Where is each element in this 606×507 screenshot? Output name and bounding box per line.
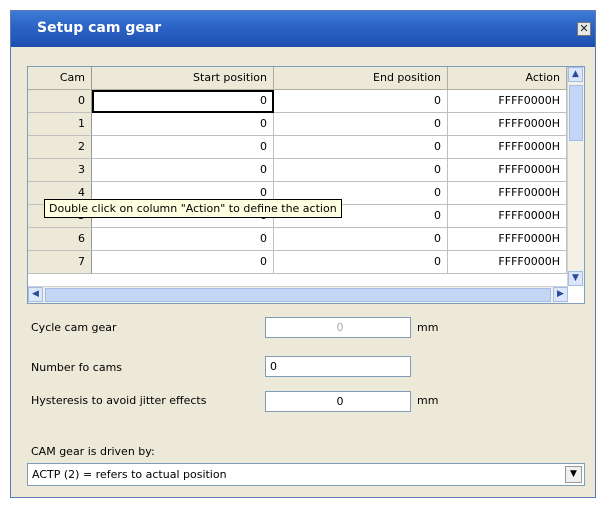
action-cell[interactable]: FFFF0000H xyxy=(448,136,567,159)
action-cell[interactable]: FFFF0000H xyxy=(448,90,567,113)
action-cell[interactable]: FFFF0000H xyxy=(448,251,567,274)
start-position-cell[interactable]: 0 xyxy=(92,159,274,182)
table-row[interactable]: 1 0 0 FFFF0000H xyxy=(28,113,567,136)
title-bar[interactable]: Setup cam gear ✕ xyxy=(11,11,595,47)
end-position-cell[interactable]: 0 xyxy=(274,228,448,251)
dropdown-arrow-icon[interactable]: ▼ xyxy=(565,466,582,483)
start-position-cell[interactable]: 0 xyxy=(92,251,274,274)
cycle-cam-gear-field: 0 xyxy=(265,317,411,338)
cam-number-cell: 1 xyxy=(28,113,92,136)
end-position-cell[interactable]: 0 xyxy=(274,159,448,182)
selected-drive-source: ACTP (2) = refers to actual position xyxy=(32,468,227,481)
dialog-title: Setup cam gear xyxy=(37,20,162,36)
table-row[interactable]: 7 0 0 FFFF0000H xyxy=(28,251,567,274)
hysteresis-label: Hysteresis to avoid jitter effects xyxy=(31,394,207,407)
horizontal-scrollbar[interactable]: ◀ ▶ xyxy=(28,286,568,303)
table-row[interactable]: 0 0 0 FFFF0000H xyxy=(28,90,567,113)
setup-cam-gear-dialog: Setup cam gear ✕ Cam Start position End … xyxy=(10,10,596,498)
column-header-action[interactable]: Action xyxy=(448,67,567,90)
table-header: Cam Start position End position Action xyxy=(28,67,567,90)
hysteresis-field[interactable]: 0 xyxy=(265,391,411,412)
cam-number-cell: 7 xyxy=(28,251,92,274)
scroll-left-button[interactable]: ◀ xyxy=(28,287,43,302)
action-cell[interactable]: FFFF0000H xyxy=(448,205,567,228)
vertical-scrollbar[interactable]: ▲ ▼ xyxy=(567,67,584,286)
number-of-cams-field[interactable]: 0 xyxy=(265,356,411,377)
column-header-end-position[interactable]: End position xyxy=(274,67,448,90)
table-row[interactable]: 6 0 0 FFFF0000H xyxy=(28,228,567,251)
start-position-cell[interactable]: 0 xyxy=(92,90,274,113)
end-position-cell[interactable]: 0 xyxy=(274,90,448,113)
scroll-up-button[interactable]: ▲ xyxy=(568,67,583,82)
cam-gear-driven-by-select[interactable]: ACTP (2) = refers to actual position ▼ xyxy=(27,463,585,486)
table-row[interactable]: 3 0 0 FFFF0000H xyxy=(28,159,567,182)
start-position-cell[interactable]: 0 xyxy=(92,113,274,136)
column-header-cam[interactable]: Cam xyxy=(28,67,92,90)
close-button[interactable]: ✕ xyxy=(577,22,591,36)
scroll-right-button[interactable]: ▶ xyxy=(553,287,568,302)
end-position-cell[interactable]: 0 xyxy=(274,251,448,274)
scroll-down-button[interactable]: ▼ xyxy=(568,271,583,286)
vertical-scroll-thumb[interactable] xyxy=(569,85,583,141)
action-cell[interactable]: FFFF0000H xyxy=(448,113,567,136)
table-row[interactable]: 2 0 0 FFFF0000H xyxy=(28,136,567,159)
end-position-cell[interactable]: 0 xyxy=(274,113,448,136)
cam-gear-driven-by-label: CAM gear is driven by: xyxy=(31,445,155,458)
start-position-cell[interactable]: 0 xyxy=(92,136,274,159)
hysteresis-unit-label: mm xyxy=(417,394,439,407)
action-cell[interactable]: FFFF0000H xyxy=(448,182,567,205)
start-position-cell[interactable]: 0 xyxy=(92,228,274,251)
cycle-cam-gear-label: Cycle cam gear xyxy=(31,321,117,334)
cam-number-cell: 6 xyxy=(28,228,92,251)
cam-number-cell: 0 xyxy=(28,90,92,113)
cam-number-cell: 2 xyxy=(28,136,92,159)
action-cell[interactable]: FFFF0000H xyxy=(448,228,567,251)
cycle-unit-label: mm xyxy=(417,321,439,334)
action-cell[interactable]: FFFF0000H xyxy=(448,159,567,182)
end-position-cell[interactable]: 0 xyxy=(274,136,448,159)
horizontal-scroll-thumb[interactable] xyxy=(45,288,551,302)
column-header-start-position[interactable]: Start position xyxy=(92,67,274,90)
cam-number-cell: 3 xyxy=(28,159,92,182)
cam-table[interactable]: Cam Start position End position Action 0… xyxy=(27,66,585,304)
number-of-cams-label: Number fo cams xyxy=(31,361,123,374)
action-tooltip: Double click on column "Action" to defin… xyxy=(44,199,342,218)
